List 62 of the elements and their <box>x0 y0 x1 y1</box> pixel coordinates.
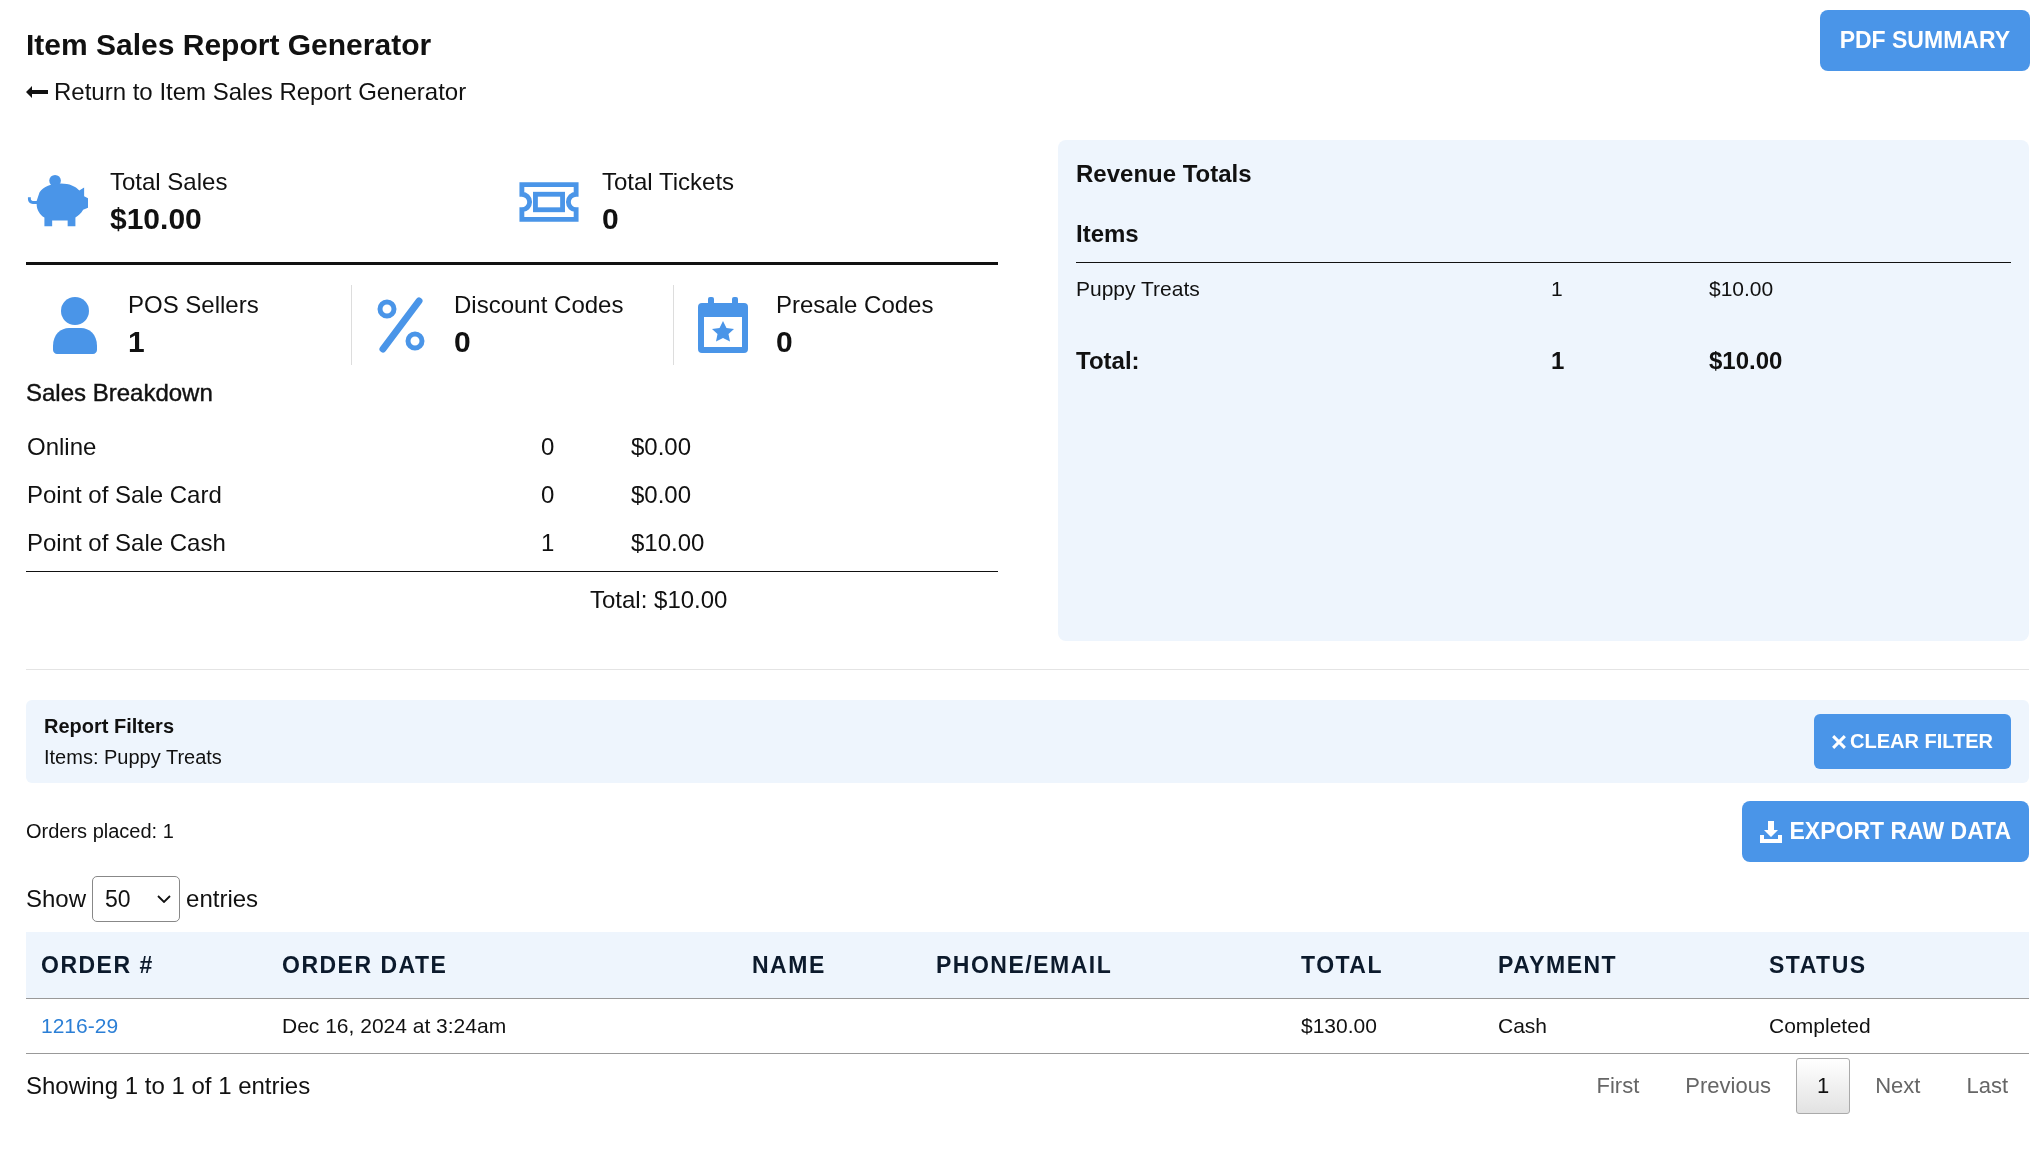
ticket-icon <box>518 180 580 224</box>
order-count: 1 <box>541 529 556 557</box>
item-count: 1 <box>1551 277 1564 301</box>
table-cell: Dec 16, 2024 at 3:24am <box>282 1014 507 1038</box>
panel-title: Revenue Totals <box>1076 160 1253 188</box>
pagination-button[interactable]: First <box>1575 1058 1661 1114</box>
stat-label: Total Tickets <box>602 168 735 196</box>
stat-label: Discount Codes <box>454 291 624 319</box>
download-icon <box>1759 820 1782 843</box>
calendar-star-icon <box>698 297 748 353</box>
pagination-button[interactable]: Last <box>1945 1058 2029 1114</box>
order-count: 0 <box>541 433 556 461</box>
pagination-button[interactable]: Next <box>1854 1058 1942 1114</box>
return-link[interactable]: Return to Item Sales Report Generator <box>26 78 467 106</box>
breakdown-total: Total: $10.00 <box>589 585 729 614</box>
chevron-down-icon <box>157 895 172 903</box>
left-arrow-icon <box>26 86 48 98</box>
stat-label: POS Sellers <box>128 291 259 319</box>
orders-placed-count: Orders placed: 1 <box>26 820 174 843</box>
stat-value: $10.00 <box>110 202 203 236</box>
section-heading: Items <box>1076 220 1140 248</box>
percent-icon <box>375 295 427 355</box>
entries-label: entries <box>186 885 259 913</box>
column-header[interactable]: ORDER # <box>41 951 154 979</box>
item-name: Puppy Treats <box>1076 277 1201 301</box>
total-label: Total: <box>1076 347 1141 375</box>
channel-name: Point of Sale Card <box>27 481 223 509</box>
channel-name: Point of Sale Cash <box>27 529 227 557</box>
amount: $0.00 <box>631 481 693 509</box>
section-heading: Sales Breakdown <box>26 379 214 407</box>
table-cell: Cash <box>1498 1014 1548 1038</box>
column-header[interactable]: PAYMENT <box>1498 951 1618 979</box>
close-icon <box>1832 734 1847 749</box>
channel-name: Online <box>27 433 98 461</box>
total-count: 1 <box>1551 347 1566 375</box>
filters-title: Report Filters <box>44 714 176 738</box>
table-cell: $130.00 <box>1301 1014 1377 1038</box>
table-cell: Completed <box>1769 1014 1871 1038</box>
stat-value: 0 <box>454 325 472 359</box>
column-header[interactable]: STATUS <box>1769 951 1867 979</box>
stat-value: 0 <box>776 325 794 359</box>
stat-label: Total Sales <box>110 168 228 196</box>
pagination-button[interactable]: 1 <box>1795 1058 1851 1114</box>
item-amount: $10.00 <box>1709 277 1775 301</box>
amount: $0.00 <box>631 433 693 461</box>
order-link[interactable]: 1216-29 <box>41 1014 119 1038</box>
table-info: Showing 1 to 1 of 1 entries <box>26 1072 311 1100</box>
column-header[interactable]: ORDER DATE <box>282 951 448 979</box>
stat-value: 1 <box>128 325 146 359</box>
filter-summary: Items: Puppy Treats <box>44 745 222 769</box>
pagination-button[interactable]: Previous <box>1664 1058 1792 1114</box>
entries-select[interactable]: 50 <box>92 876 181 922</box>
total-amount: $10.00 <box>1709 347 1784 375</box>
page-title: Item Sales Report Generator <box>26 28 433 62</box>
column-header[interactable]: TOTAL <box>1301 951 1384 979</box>
order-count: 0 <box>541 481 556 509</box>
stat-value: 0 <box>602 202 620 236</box>
person-icon <box>50 296 100 354</box>
show-label: Show <box>26 885 87 913</box>
amount: $10.00 <box>631 529 706 557</box>
column-header[interactable]: NAME <box>752 951 826 979</box>
stat-label: Presale Codes <box>776 291 934 319</box>
